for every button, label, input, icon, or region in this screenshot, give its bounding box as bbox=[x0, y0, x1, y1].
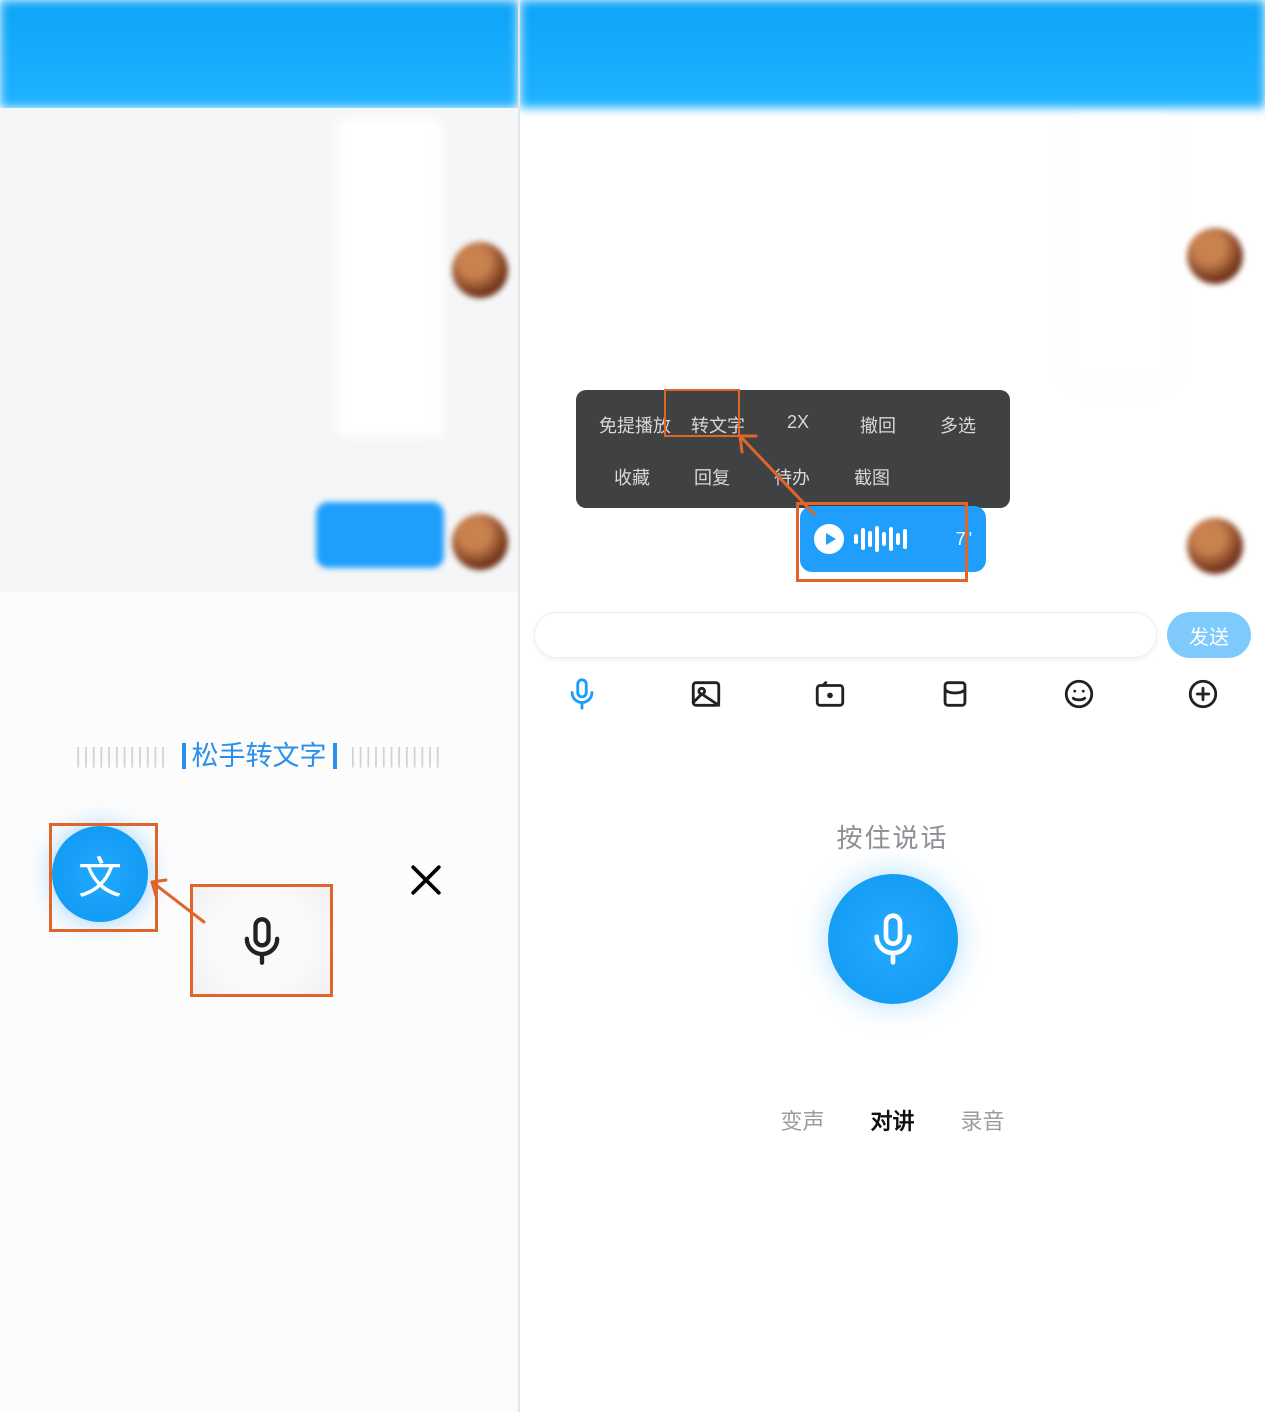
close-icon bbox=[404, 858, 448, 902]
emoji-icon[interactable] bbox=[1062, 677, 1096, 711]
menu-multiselect[interactable]: 多选 bbox=[918, 408, 998, 442]
hold-to-talk-button[interactable] bbox=[828, 874, 958, 1004]
menu-fav[interactable]: 收藏 bbox=[592, 460, 672, 494]
menu-to-text[interactable]: 转文字 bbox=[678, 408, 758, 442]
image-icon[interactable] bbox=[689, 677, 723, 711]
hold-to-talk-label: 按住说话 bbox=[520, 818, 1265, 855]
blurred-message-card bbox=[1067, 118, 1175, 388]
play-icon bbox=[814, 524, 844, 554]
convert-text-button[interactable]: 文 bbox=[52, 826, 148, 922]
avatar bbox=[1187, 228, 1243, 284]
left-header bbox=[0, 0, 518, 108]
blurred-blue-bubble bbox=[316, 502, 444, 568]
mode-record[interactable]: 录音 bbox=[961, 1104, 1005, 1136]
left-screenshot: |||||||||||| 松手转文字 |||||||||||| 文 bbox=[0, 0, 520, 1412]
voice-duration: 7" bbox=[956, 529, 972, 550]
avatar bbox=[452, 514, 508, 570]
menu-pointer bbox=[774, 498, 794, 508]
left-chat-bg bbox=[0, 108, 518, 592]
send-button[interactable]: 发送 bbox=[1167, 612, 1251, 658]
menu-screenshot[interactable]: 截图 bbox=[832, 460, 912, 494]
menu-recall[interactable]: 撤回 bbox=[838, 408, 918, 442]
menu-speakerplay[interactable]: 免提播放 bbox=[592, 408, 678, 442]
waveform-icon bbox=[854, 526, 907, 552]
menu-reply[interactable]: 回复 bbox=[672, 460, 752, 494]
voice-mode-tabs: 变声 对讲 录音 bbox=[520, 1104, 1265, 1136]
mode-voicechange[interactable]: 变声 bbox=[780, 1104, 824, 1136]
cancel-button[interactable] bbox=[404, 858, 448, 902]
right-header bbox=[520, 0, 1265, 108]
input-toolbar bbox=[520, 664, 1265, 724]
voice-record-panel: 按住说话 变声 对讲 录音 bbox=[520, 724, 1265, 1412]
voice-tab-icon[interactable] bbox=[565, 677, 599, 711]
voice-message-bubble[interactable]: 7" bbox=[800, 506, 986, 572]
menu-2x[interactable]: 2X bbox=[758, 408, 838, 442]
mode-intercom[interactable]: 对讲 bbox=[870, 1104, 914, 1136]
message-input[interactable] bbox=[534, 612, 1157, 658]
blurred-message-card bbox=[336, 118, 444, 438]
menu-todo[interactable]: 待办 bbox=[752, 460, 832, 494]
microphone-icon bbox=[236, 915, 288, 967]
avatar bbox=[1187, 518, 1243, 574]
avatar bbox=[452, 242, 508, 298]
right-chat-area: 免提播放 转文字 2X 撤回 多选 收藏 回复 待办 截图 bbox=[520, 108, 1265, 1412]
microphone-icon bbox=[865, 911, 921, 967]
right-screenshot: 免提播放 转文字 2X 撤回 多选 收藏 回复 待办 截图 bbox=[520, 0, 1265, 1412]
camera-icon[interactable] bbox=[813, 677, 847, 711]
mic-button-frame[interactable] bbox=[190, 884, 333, 997]
left-voice-panel: |||||||||||| 松手转文字 |||||||||||| 文 bbox=[0, 592, 518, 1412]
plus-icon[interactable] bbox=[1186, 677, 1220, 711]
redpacket-icon[interactable] bbox=[938, 677, 972, 711]
voice-context-menu: 免提播放 转文字 2X 撤回 多选 收藏 回复 待办 截图 bbox=[576, 390, 1010, 508]
release-to-text-hint: |||||||||||| 松手转文字 |||||||||||| bbox=[0, 734, 518, 773]
